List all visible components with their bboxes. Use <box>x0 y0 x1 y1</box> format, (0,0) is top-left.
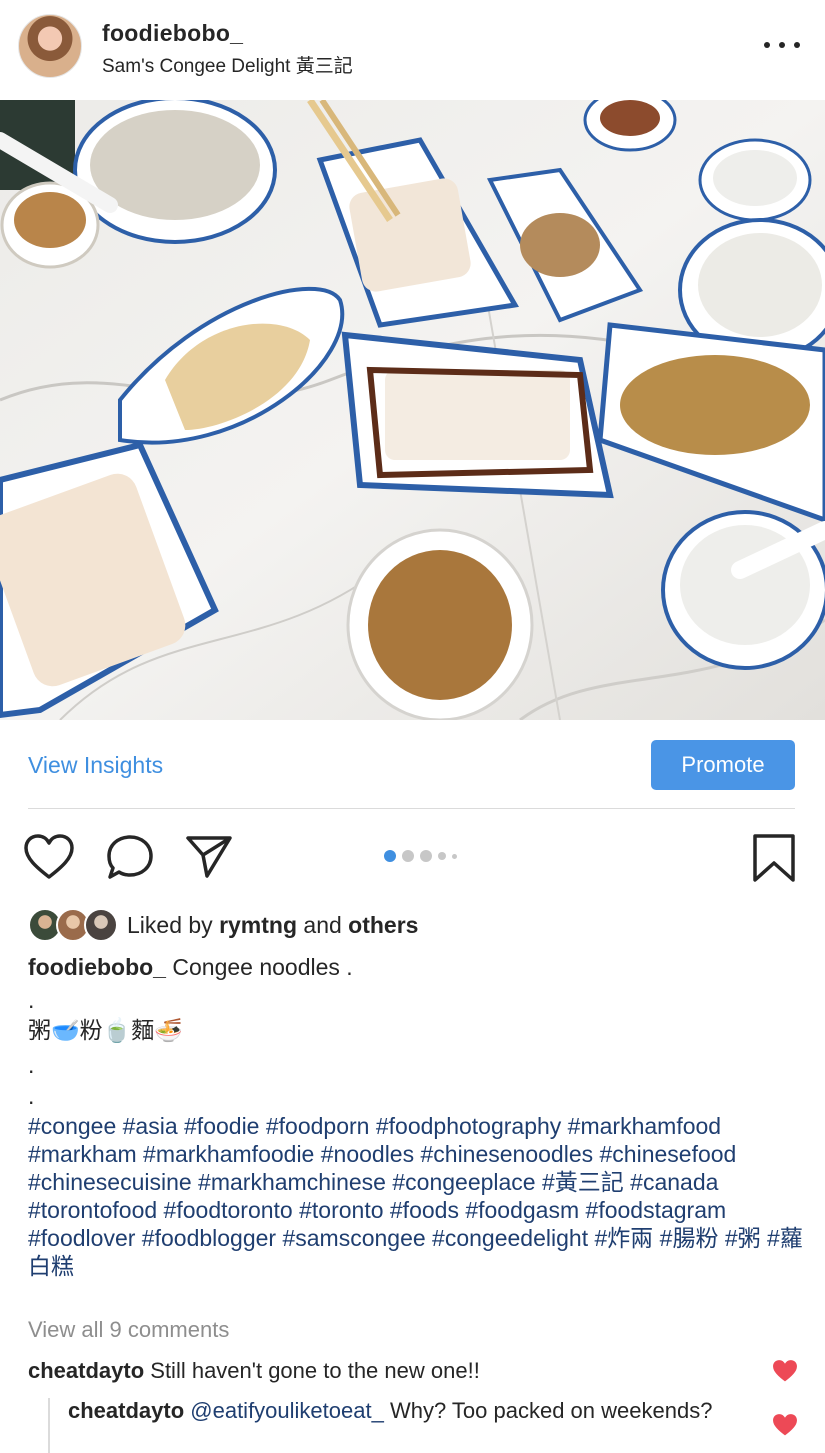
more-options-icon[interactable] <box>764 32 800 58</box>
reply-thread-line <box>48 1398 50 1453</box>
likes-row[interactable]: Liked by rymtng and others <box>28 907 418 943</box>
share-icon[interactable] <box>185 835 233 884</box>
bookmark-icon[interactable] <box>752 833 796 888</box>
post-location[interactable]: Sam's Congee Delight 黃三記 <box>102 51 353 78</box>
carousel-dot <box>420 850 432 862</box>
caption-line-3: 粥🥣粉🍵麵🍜 <box>28 1017 183 1043</box>
comment-icon[interactable] <box>106 834 154 885</box>
view-all-comments-link[interactable]: View all 9 comments <box>28 1317 229 1343</box>
divider <box>28 808 795 809</box>
post-photo[interactable] <box>0 100 825 720</box>
caption-text: Congee noodles . <box>165 954 353 980</box>
caption-line-1: foodiebobo_ Congee noodles . <box>28 953 798 981</box>
likes-prefix: Liked by <box>127 911 220 938</box>
heart-icon[interactable] <box>24 834 74 885</box>
comment-text: Why? Too packed on weekends? <box>383 1398 713 1423</box>
caption-line-4: . <box>28 1052 35 1078</box>
caption-username[interactable]: foodiebobo_ <box>28 954 166 980</box>
post-header: foodiebobo_ Sam's Congee Delight 黃三記 <box>0 0 825 100</box>
carousel-dot <box>452 853 457 859</box>
comment-username[interactable]: cheatdayto <box>28 1358 144 1383</box>
heart-filled-icon[interactable] <box>772 1359 798 1388</box>
comment-mention[interactable]: @eatifyouliketoeat_ <box>184 1398 384 1423</box>
likes-text: Liked by rymtng and others <box>127 912 418 939</box>
caption-hashtags[interactable]: #congee #asia #foodie #foodporn #foodpho… <box>28 1112 803 1280</box>
comment-reply: cheatdayto @eatifyouliketoeat_ Why? Too … <box>68 1397 728 1424</box>
heart-filled-icon[interactable] <box>772 1413 798 1442</box>
comment-username[interactable]: cheatdayto <box>68 1398 184 1423</box>
liker-username[interactable]: rymtng <box>219 912 297 938</box>
carousel-dot-active <box>384 850 396 862</box>
comment-1: cheatdayto Still haven't gone to the new… <box>28 1357 758 1384</box>
food-photo-illustration <box>0 100 825 720</box>
carousel-indicator <box>384 850 457 862</box>
dot-icon <box>779 42 785 48</box>
comment-text: Still haven't gone to the new one!! <box>144 1358 480 1383</box>
post-username[interactable]: foodiebobo_ <box>102 20 243 47</box>
promote-button[interactable]: Promote <box>651 740 795 790</box>
caption-line-5: . <box>28 1083 35 1109</box>
carousel-dot <box>402 850 414 862</box>
caption-line-2: . <box>28 987 35 1013</box>
avatar <box>84 908 118 942</box>
dot-icon <box>764 42 770 48</box>
carousel-dot <box>438 852 446 860</box>
view-insights-link[interactable]: View Insights <box>28 752 163 779</box>
likes-others[interactable]: others <box>348 912 418 938</box>
likes-middle: and <box>297 911 349 938</box>
profile-avatar[interactable] <box>18 14 82 78</box>
dot-icon <box>794 42 800 48</box>
liker-avatars <box>28 907 120 943</box>
